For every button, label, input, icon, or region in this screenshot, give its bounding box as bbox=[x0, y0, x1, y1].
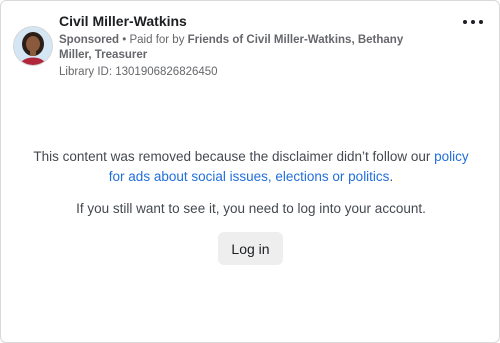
dot bbox=[463, 20, 467, 24]
sponsored-label: Sponsored bbox=[59, 34, 120, 46]
removed-suffix: . bbox=[389, 169, 394, 184]
removed-message: This content was removed because the dis… bbox=[31, 147, 471, 187]
dot bbox=[479, 20, 483, 24]
separator: • bbox=[119, 34, 130, 46]
removed-text: This content was removed because the dis… bbox=[33, 149, 435, 164]
profile-photo bbox=[14, 27, 52, 65]
login-button[interactable]: Log in bbox=[218, 232, 283, 265]
paid-for-prefix: Paid for by bbox=[129, 34, 188, 46]
more-options-icon[interactable] bbox=[463, 17, 483, 27]
dot bbox=[471, 20, 475, 24]
login-prompt: If you still want to see it, you need to… bbox=[76, 201, 426, 216]
sponsor-info: Sponsored • Paid for by Friends of Civil… bbox=[59, 33, 429, 63]
avatar[interactable] bbox=[13, 26, 53, 66]
page-name[interactable]: Civil Miller-Watkins bbox=[59, 13, 187, 29]
ad-card: Civil Miller-Watkins Sponsored • Paid fo… bbox=[0, 0, 500, 343]
library-id: Library ID: 1301906826826450 bbox=[59, 66, 218, 78]
